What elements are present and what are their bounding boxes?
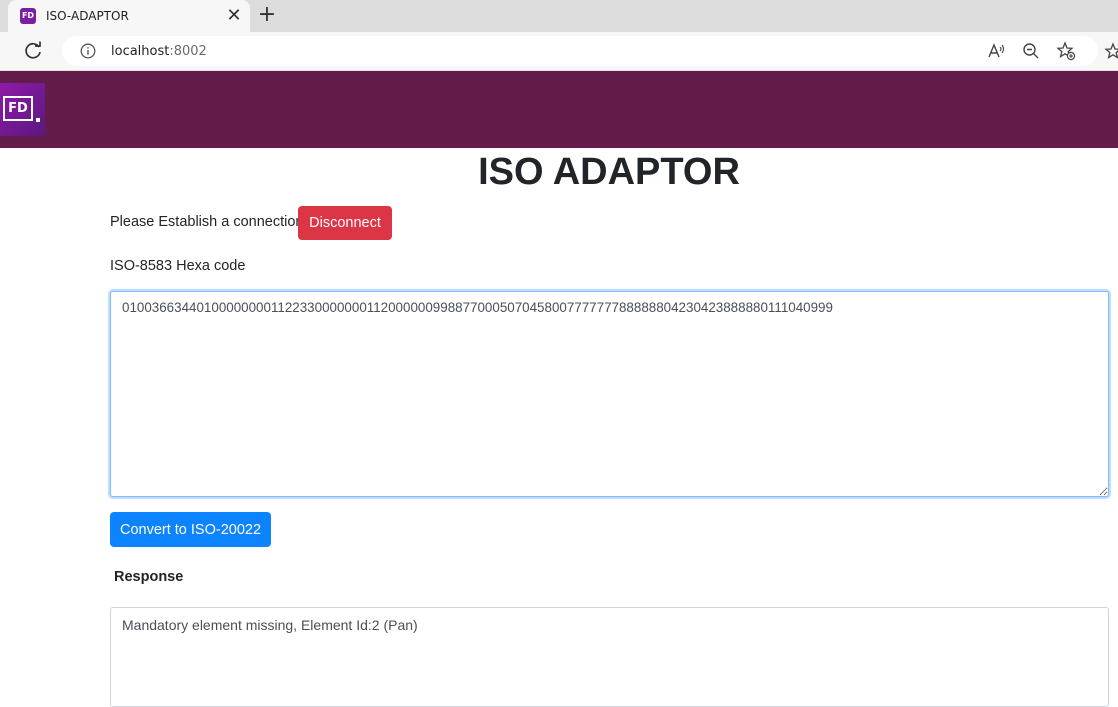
hex-code-label: ISO-8583 Hexa code xyxy=(110,258,246,274)
logo-text: FD xyxy=(3,96,33,121)
logo[interactable]: FD xyxy=(0,83,45,136)
url-text[interactable]: localhost:8002 xyxy=(111,44,207,59)
page-title: ISO ADAPTOR xyxy=(478,151,740,193)
new-tab-icon[interactable]: + xyxy=(256,4,278,26)
connection-status-label: Please Establish a connection xyxy=(110,214,304,230)
address-bar[interactable]: localhost:8002 xyxy=(62,36,1098,66)
read-aloud-icon[interactable] xyxy=(986,41,1006,61)
add-favorite-icon[interactable] xyxy=(1056,41,1076,61)
hex-code-input[interactable]: 0100366344010000000011223300000001120000… xyxy=(110,291,1109,497)
logo-dot xyxy=(36,118,40,122)
disconnect-button[interactable]: Disconnect xyxy=(298,206,392,240)
tab-title: ISO-ADAPTOR xyxy=(46,9,129,23)
close-tab-icon[interactable]: ✕ xyxy=(224,6,244,26)
tab-favicon-icon: FD xyxy=(20,8,36,24)
reload-icon[interactable] xyxy=(22,40,44,62)
browser-tab-bar: FD ISO-ADAPTOR ✕ + xyxy=(0,0,1118,32)
response-output[interactable]: Mandatory element missing, Element Id:2 … xyxy=(110,607,1109,707)
browser-toolbar: localhost:8002 xyxy=(0,32,1118,71)
url-host: localhost xyxy=(111,44,170,59)
response-label: Response xyxy=(114,569,184,585)
info-icon[interactable] xyxy=(80,43,96,59)
browser-tab[interactable]: FD ISO-ADAPTOR ✕ xyxy=(8,0,250,32)
site-header: FD xyxy=(0,71,1118,148)
favorites-icon[interactable] xyxy=(1104,42,1118,62)
zoom-out-icon[interactable] xyxy=(1021,41,1041,61)
convert-button[interactable]: Convert to ISO-20022 xyxy=(110,512,271,547)
url-port: :8002 xyxy=(169,44,207,59)
